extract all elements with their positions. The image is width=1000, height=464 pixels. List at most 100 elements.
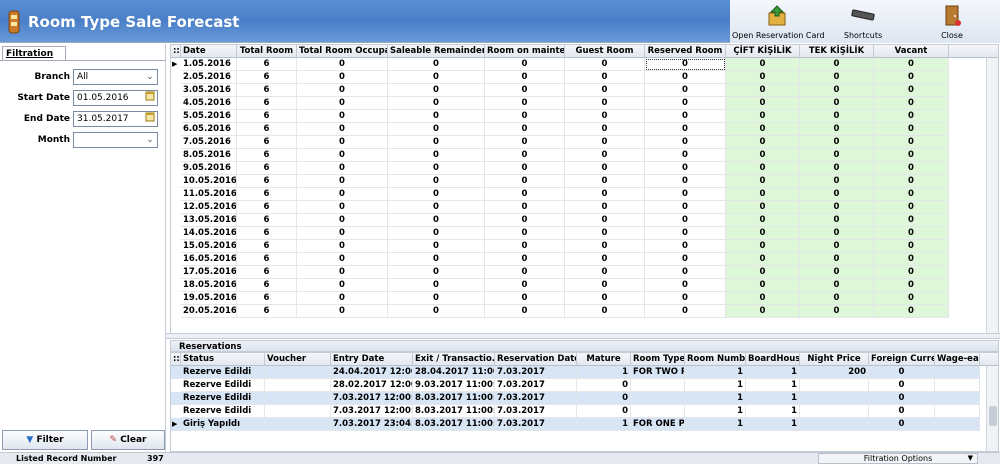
table-cell[interactable] — [631, 392, 685, 405]
table-cell[interactable]: 0 — [645, 292, 726, 305]
table-cell[interactable]: 0 — [565, 292, 645, 305]
table-cell[interactable]: 0 — [565, 188, 645, 201]
table-row[interactable]: 17.05.2016 6 0 0 0 0 0 0 0 0 — [171, 266, 949, 279]
table-cell[interactable]: 0 — [726, 279, 800, 292]
table-cell[interactable]: 6 — [237, 175, 297, 188]
table-cell[interactable]: 0 — [485, 292, 565, 305]
table-row[interactable]: ▶ Giriş Yapıldı 7.03.2017 23:04:2 8.03.2017… — [171, 418, 980, 431]
table-cell[interactable] — [631, 379, 685, 392]
table-cell[interactable]: 0 — [800, 123, 874, 136]
table-cell[interactable]: 0 — [874, 305, 949, 318]
table-cell[interactable]: 0 — [874, 136, 949, 149]
column-header[interactable]: ÇİFT KİŞİLİK — [726, 45, 800, 58]
table-cell[interactable]: 0 — [297, 110, 388, 123]
table-cell[interactable]: 0 — [645, 71, 726, 84]
table-cell[interactable]: 0 — [485, 149, 565, 162]
table-row[interactable]: 15.05.2016 6 0 0 0 0 0 0 0 0 — [171, 240, 949, 253]
start-date-field[interactable]: 01.05.2016 — [73, 90, 158, 106]
table-cell[interactable]: 0 — [869, 405, 935, 418]
table-cell[interactable]: 0 — [485, 201, 565, 214]
table-cell[interactable]: 0 — [645, 214, 726, 227]
table-row[interactable]: Rezerve Edildi 28.02.2017 12:00:09.03.201… — [171, 379, 980, 392]
column-header[interactable]: Entry Date — [331, 353, 413, 366]
table-cell[interactable]: 0 — [726, 84, 800, 97]
table-cell[interactable]: 0 — [565, 97, 645, 110]
table-row[interactable]: 6.05.2016 6 0 0 0 0 0 0 0 0 — [171, 123, 949, 136]
table-cell[interactable]: 0 — [800, 305, 874, 318]
table-cell[interactable]: 0 — [388, 227, 485, 240]
table-cell[interactable]: 0 — [388, 266, 485, 279]
table-cell[interactable]: 0 — [388, 84, 485, 97]
table-cell[interactable]: 0 — [565, 253, 645, 266]
table-cell[interactable]: 0 — [485, 240, 565, 253]
table-cell[interactable]: 7.03.2017 — [495, 418, 577, 431]
table-cell[interactable]: 0 — [645, 266, 726, 279]
chevron-down-icon[interactable]: ⌄ — [143, 70, 157, 84]
table-cell[interactable]: 6 — [237, 110, 297, 123]
table-cell[interactable]: 0 — [388, 136, 485, 149]
table-cell[interactable]: 1 — [746, 418, 800, 431]
table-cell[interactable]: 28.02.2017 12:00:0 — [331, 379, 413, 392]
table-cell[interactable]: 20.05.2016 — [181, 305, 237, 318]
table-cell[interactable]: 0 — [565, 305, 645, 318]
table-cell[interactable]: 0 — [645, 97, 726, 110]
table-cell[interactable]: 2.05.2016 — [181, 71, 237, 84]
chevron-down-icon[interactable]: ⌄ — [143, 133, 157, 147]
table-cell[interactable]: 0 — [645, 253, 726, 266]
table-cell[interactable]: 10.05.2016 — [181, 175, 237, 188]
column-header[interactable]: Voucher — [265, 353, 331, 366]
table-row[interactable]: 12.05.2016 6 0 0 0 0 0 0 0 0 — [171, 201, 949, 214]
table-cell[interactable]: 6 — [237, 253, 297, 266]
table-cell[interactable]: 4.05.2016 — [181, 97, 237, 110]
table-cell[interactable]: 0 — [485, 175, 565, 188]
table-cell[interactable]: 0 — [726, 305, 800, 318]
table-cell[interactable]: 0 — [800, 188, 874, 201]
tab-filtration[interactable]: Filtration — [2, 46, 66, 61]
table-cell[interactable]: 8.05.2016 — [181, 149, 237, 162]
column-header[interactable]: Date — [181, 45, 237, 58]
table-cell[interactable]: 0 — [800, 97, 874, 110]
table-row[interactable]: Rezerve Edildi 7.03.2017 12:00:0 8.03.2017… — [171, 405, 980, 418]
table-cell[interactable]: 0 — [485, 266, 565, 279]
table-cell[interactable]: 6 — [237, 123, 297, 136]
table-cell[interactable]: 0 — [726, 58, 800, 71]
table-cell[interactable]: 0 — [388, 201, 485, 214]
table-cell[interactable]: 19.05.2016 — [181, 292, 237, 305]
table-cell[interactable]: Rezerve Edildi — [181, 379, 265, 392]
table-cell[interactable]: 0 — [874, 188, 949, 201]
table-cell[interactable]: 28.04.2017 11:00:0 — [413, 366, 495, 379]
table-cell[interactable]: 0 — [388, 214, 485, 227]
table-cell[interactable]: Rezerve Edildi — [181, 366, 265, 379]
table-row[interactable]: 3.05.2016 6 0 0 0 0 0 0 0 0 — [171, 84, 949, 97]
calendar-icon[interactable] — [143, 112, 157, 126]
table-cell[interactable]: 0 — [800, 214, 874, 227]
table-cell[interactable]: 0 — [565, 266, 645, 279]
table-cell[interactable]: 6 — [237, 201, 297, 214]
table-cell[interactable]: 0 — [297, 149, 388, 162]
table-cell[interactable]: 0 — [565, 123, 645, 136]
table-cell[interactable]: 0 — [388, 110, 485, 123]
table-cell[interactable]: 0 — [485, 123, 565, 136]
table-cell[interactable]: 0 — [485, 110, 565, 123]
table-cell[interactable]: 0 — [388, 188, 485, 201]
table-row[interactable]: 14.05.2016 6 0 0 0 0 0 0 0 0 — [171, 227, 949, 240]
table-cell[interactable]: 0 — [297, 123, 388, 136]
table-cell[interactable]: 0 — [800, 227, 874, 240]
table-cell[interactable]: 0 — [485, 227, 565, 240]
table-cell[interactable]: 0 — [297, 266, 388, 279]
table-cell[interactable]: 200 — [800, 366, 869, 379]
scroll-thumb[interactable] — [989, 406, 997, 426]
column-chooser-icon[interactable]: :: — [171, 353, 181, 366]
table-cell[interactable]: 7.03.2017 12:00:0 — [331, 405, 413, 418]
table-cell[interactable]: 0 — [874, 240, 949, 253]
table-cell[interactable]: 1 — [685, 405, 746, 418]
table-cell[interactable]: 9.05.2016 — [181, 162, 237, 175]
table-cell[interactable]: 0 — [297, 162, 388, 175]
branch-select[interactable]: All ⌄ — [73, 69, 158, 85]
table-cell[interactable]: 7.03.2017 — [495, 366, 577, 379]
table-cell[interactable]: 6 — [237, 162, 297, 175]
table-cell[interactable]: 0 — [297, 97, 388, 110]
table-cell[interactable]: 0 — [645, 58, 726, 71]
table-cell[interactable]: 0 — [869, 418, 935, 431]
table-cell[interactable]: 6 — [237, 292, 297, 305]
